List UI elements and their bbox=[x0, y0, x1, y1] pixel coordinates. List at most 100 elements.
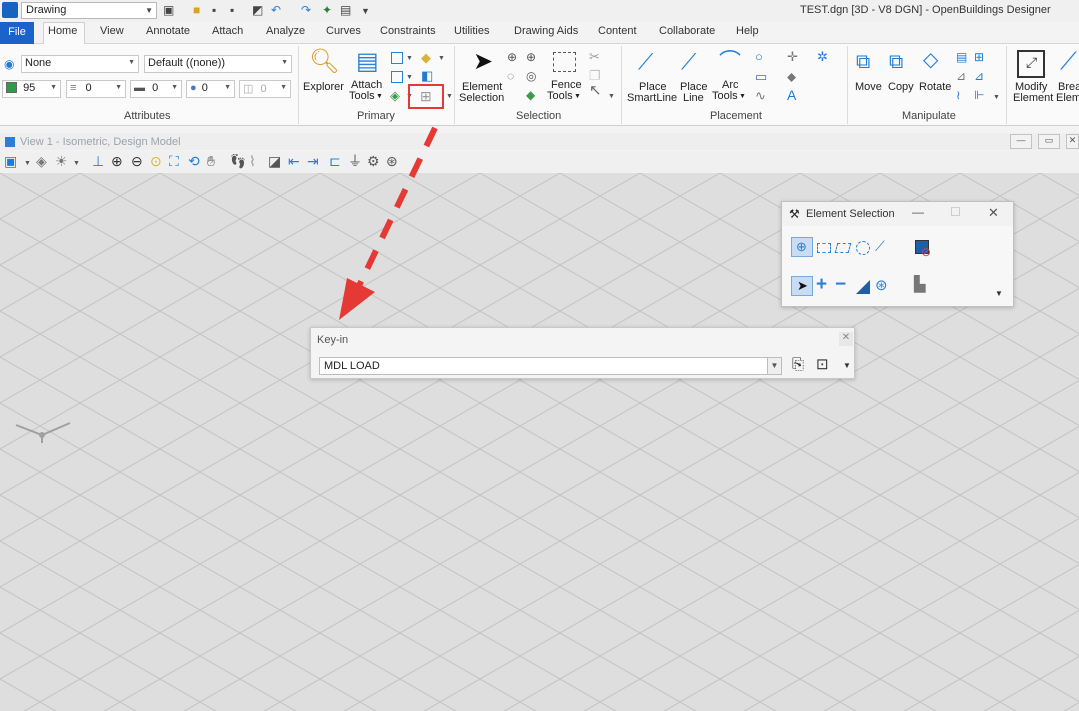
element-selection-arrow-icon[interactable]: ➤ bbox=[473, 50, 493, 74]
element-selection-label-2[interactable]: Selection bbox=[459, 93, 504, 104]
select-none-icon[interactable]: ◌ bbox=[507, 69, 514, 83]
text-style-combo[interactable]: Default ((none)) ▼ bbox=[144, 55, 292, 73]
chevron-down-icon[interactable]: ▼ bbox=[446, 90, 453, 104]
tab-home[interactable]: Home bbox=[48, 25, 77, 37]
open-folder-icon[interactable]: ■ bbox=[193, 3, 200, 17]
chevron-down-icon[interactable]: ▼ bbox=[438, 52, 445, 66]
view-attributes-icon[interactable]: ▣ bbox=[4, 154, 17, 168]
line-method-icon[interactable]: ⟋ bbox=[875, 238, 885, 255]
chevron-down-icon[interactable]: ▼ bbox=[574, 91, 581, 102]
properties-icon[interactable] bbox=[391, 71, 403, 83]
print-icon[interactable]: ▤ bbox=[340, 3, 351, 17]
attach-tools-icon[interactable]: ▤ bbox=[356, 50, 379, 74]
next-view-icon[interactable]: ⇥ bbox=[307, 154, 319, 168]
close-button[interactable]: ✕ bbox=[839, 332, 853, 346]
tab-annotate[interactable]: Annotate bbox=[146, 25, 190, 37]
minimize-button[interactable]: — bbox=[1010, 134, 1032, 149]
place-smartline-icon[interactable]: ⟋ bbox=[638, 51, 653, 73]
close-button[interactable]: ✕ bbox=[1066, 134, 1079, 149]
move-label[interactable]: Move bbox=[855, 82, 882, 93]
lighting-icon[interactable]: ☀ bbox=[55, 154, 68, 168]
new-mode-button[interactable]: ➤ bbox=[791, 276, 813, 296]
level-display-icon[interactable]: ◉ bbox=[4, 57, 14, 71]
tab-utilities[interactable]: Utilities bbox=[454, 25, 489, 37]
window-area-icon[interactable]: ⊙ bbox=[150, 154, 162, 168]
individual-method-button[interactable]: ⊕ bbox=[791, 237, 813, 257]
level-combo[interactable]: None ▼ bbox=[21, 55, 139, 73]
selection-by-level-icon[interactable]: ◆ bbox=[526, 88, 535, 102]
close-button[interactable]: ✕ bbox=[988, 205, 999, 221]
chevron-down-icon[interactable]: ▼ bbox=[993, 91, 1000, 105]
modify-element-icon[interactable]: ⤢ bbox=[1017, 50, 1045, 78]
point-icon[interactable]: ✛ bbox=[787, 50, 798, 64]
arc-tools-icon[interactable]: ⌒ bbox=[719, 51, 741, 73]
place-line-icon[interactable]: ⟋ bbox=[681, 51, 696, 73]
fit-view-icon[interactable]: ⛶ bbox=[169, 154, 179, 168]
modify-element-label-2[interactable]: Element bbox=[1013, 93, 1053, 104]
cut-icon[interactable]: ✂ bbox=[589, 50, 600, 64]
minimize-button[interactable]: — bbox=[912, 205, 924, 219]
copy-clipboard-icon[interactable]: ❐ bbox=[589, 69, 601, 83]
fence-tools-label-2[interactable]: Tools bbox=[547, 91, 573, 102]
explorer-label[interactable]: Explorer bbox=[303, 82, 344, 93]
tab-help[interactable]: Help bbox=[736, 25, 759, 37]
tab-constraints[interactable]: Constraints bbox=[380, 25, 436, 37]
text-asterisk-icon[interactable]: ✲ bbox=[817, 50, 828, 64]
break-element-label-2[interactable]: Eleme bbox=[1056, 93, 1079, 104]
expand-options-icon[interactable]: ▼ bbox=[995, 289, 1003, 298]
fly-icon[interactable]: ⌇ bbox=[249, 154, 256, 168]
place-line-label-2[interactable]: Line bbox=[683, 93, 704, 104]
chevron-down-icon[interactable]: ▼ bbox=[24, 157, 31, 171]
save-icon[interactable]: ▪ bbox=[212, 3, 216, 17]
save-all-icon[interactable]: ▪ bbox=[230, 3, 234, 17]
update-view-icon[interactable]: ⊥ bbox=[92, 154, 104, 168]
display-styles-icon[interactable]: ◈ bbox=[390, 89, 400, 103]
subtract-mode-icon[interactable]: − bbox=[835, 274, 846, 296]
pan-view-icon[interactable]: ✋︎ bbox=[207, 154, 215, 168]
transparency-combo[interactable]: ● 0 ▼ bbox=[186, 80, 235, 98]
arrange-icon[interactable]: ⊩ bbox=[974, 88, 984, 102]
clear-mode-icon[interactable]: ⊛ bbox=[875, 276, 888, 294]
arc-tools-label-2[interactable]: Tools bbox=[712, 91, 738, 102]
polygon-icon[interactable]: ⬥ bbox=[787, 70, 796, 84]
clear-selection-icon[interactable]: ⊘ bbox=[915, 240, 931, 259]
chevron-down-icon[interactable]: ▼ bbox=[406, 71, 413, 85]
chevron-down-icon[interactable]: ▼ bbox=[608, 90, 615, 104]
weight-combo[interactable]: ▬ 0 ▼ bbox=[130, 80, 182, 98]
keyin-execute-icon[interactable]: ⎘ bbox=[792, 356, 804, 373]
text-icon[interactable]: A bbox=[787, 88, 796, 102]
zoom-in-icon[interactable]: ⊕ bbox=[111, 154, 123, 168]
tab-view[interactable]: View bbox=[100, 25, 124, 37]
tab-collaborate[interactable]: Collaborate bbox=[659, 25, 715, 37]
stretch-icon[interactable]: ≀ bbox=[956, 88, 961, 102]
chevron-down-icon[interactable]: ▼ bbox=[73, 157, 80, 171]
pin-icon[interactable]: ✦ bbox=[322, 3, 332, 17]
chevron-down-icon[interactable]: ▼ bbox=[376, 91, 383, 102]
element-selection-header[interactable]: ⚒ Element Selection — ☐ ✕ bbox=[782, 202, 1013, 226]
workflow-select[interactable]: Drawing ▼ bbox=[21, 2, 157, 19]
camera-icon[interactable]: ◪ bbox=[268, 154, 281, 168]
tab-file[interactable]: File bbox=[0, 22, 34, 44]
linestyle-combo[interactable]: ≡ 0 ▼ bbox=[66, 80, 126, 98]
fence-tools-icon[interactable] bbox=[553, 52, 576, 72]
maximize-button[interactable]: ▭ bbox=[1038, 134, 1060, 149]
references-icon[interactable]: ◆ bbox=[421, 51, 431, 65]
select-all-cursor-icon[interactable]: ▙ bbox=[914, 275, 926, 293]
chevron-down-icon[interactable]: ▼ bbox=[739, 91, 746, 102]
explorer-icon[interactable]: 🔍︎ bbox=[309, 50, 339, 74]
rectangle-icon[interactable]: ▭ bbox=[755, 70, 767, 84]
models-icon[interactable] bbox=[391, 52, 403, 64]
block-method-icon[interactable] bbox=[817, 243, 831, 253]
select-by-attributes-icon[interactable]: ⊕ bbox=[526, 50, 536, 64]
rotate-view-icon[interactable]: ⟲ bbox=[188, 154, 200, 168]
attach-tools-label-2[interactable]: Tools bbox=[349, 91, 375, 102]
curve-icon[interactable]: ∿ bbox=[755, 89, 766, 103]
copy-label[interactable]: Copy bbox=[888, 82, 914, 93]
redo-icon[interactable]: ↷ bbox=[301, 3, 311, 17]
keyin-history-dropdown[interactable]: ▼ bbox=[767, 358, 781, 374]
add-mode-icon[interactable]: + bbox=[816, 274, 827, 296]
qat-customize-icon[interactable]: ▼ bbox=[361, 6, 370, 16]
tab-attach[interactable]: Attach bbox=[212, 25, 243, 37]
previous-view-icon[interactable]: ⇤ bbox=[288, 154, 300, 168]
align-icon[interactable]: ⊿ bbox=[974, 69, 984, 83]
